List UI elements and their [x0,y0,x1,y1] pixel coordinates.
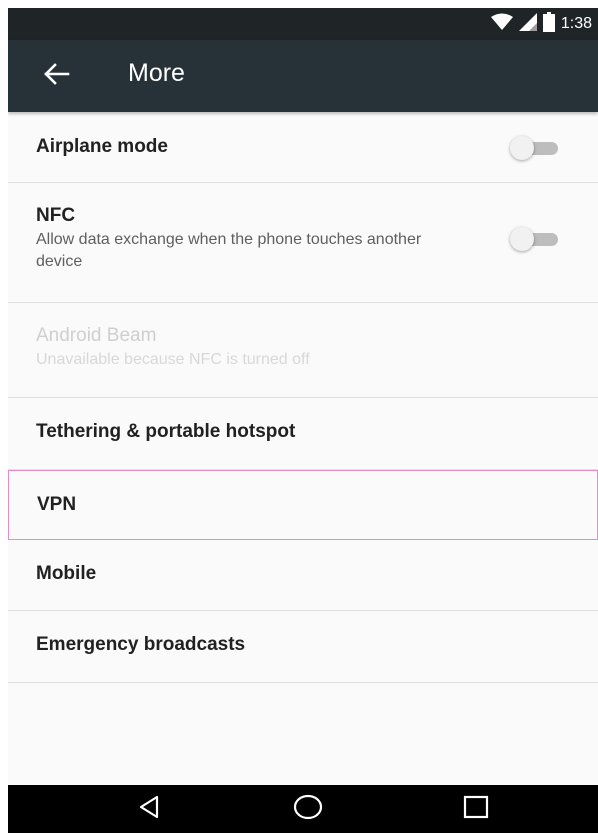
airplane-mode-title: Airplane mode [36,136,168,157]
tethering-item[interactable]: Tethering & portable hotspot [8,398,598,470]
nav-home-icon [293,794,323,825]
android-beam-subtitle: Unavailable because NFC is turned off [36,351,310,368]
nfc-item[interactable]: NFC Allow data exchange when the phone t… [8,183,598,303]
wifi-icon [490,13,513,36]
page-title: More [128,59,185,87]
vpn-item[interactable]: VPN [8,470,598,540]
mobile-item[interactable]: Mobile [8,540,598,611]
airplane-mode-toggle[interactable] [510,134,562,162]
nav-home-button[interactable] [278,791,338,827]
tethering-title: Tethering & portable hotspot [36,421,296,442]
nfc-subtitle: Allow data exchange when the phone touch… [36,231,422,270]
nav-recents-button[interactable] [446,791,506,827]
back-button[interactable] [34,58,78,94]
arrow-back-icon [42,62,70,91]
nav-back-icon [138,795,160,824]
toolbar: More [8,40,598,112]
nav-back-button[interactable] [119,791,179,827]
signal-icon [518,12,537,36]
nfc-toggle[interactable] [510,225,562,253]
airplane-mode-item[interactable]: Airplane mode [8,112,598,183]
status-time: 1:38 [560,15,592,32]
settings-screen: 1:38 More Airplane mode NFC Allow data e… [8,8,598,833]
nav-recents-icon [463,795,489,824]
android-beam-item: Android Beam Unavailable because NFC is … [8,303,598,398]
status-icons: 1:38 [490,11,592,37]
android-beam-title: Android Beam [36,325,157,346]
toggle-thumb [510,227,534,251]
emergency-broadcasts-item[interactable]: Emergency broadcasts [8,611,598,683]
toggle-thumb [510,136,534,160]
nfc-title: NFC [36,205,76,226]
navigation-bar [8,785,598,833]
settings-list: Airplane mode NFC Allow data exchange wh… [8,112,598,683]
battery-icon [542,11,555,37]
emergency-broadcasts-title: Emergency broadcasts [36,634,246,655]
mobile-title: Mobile [36,563,97,584]
vpn-title: VPN [37,494,77,515]
status-bar: 1:38 [8,8,598,40]
